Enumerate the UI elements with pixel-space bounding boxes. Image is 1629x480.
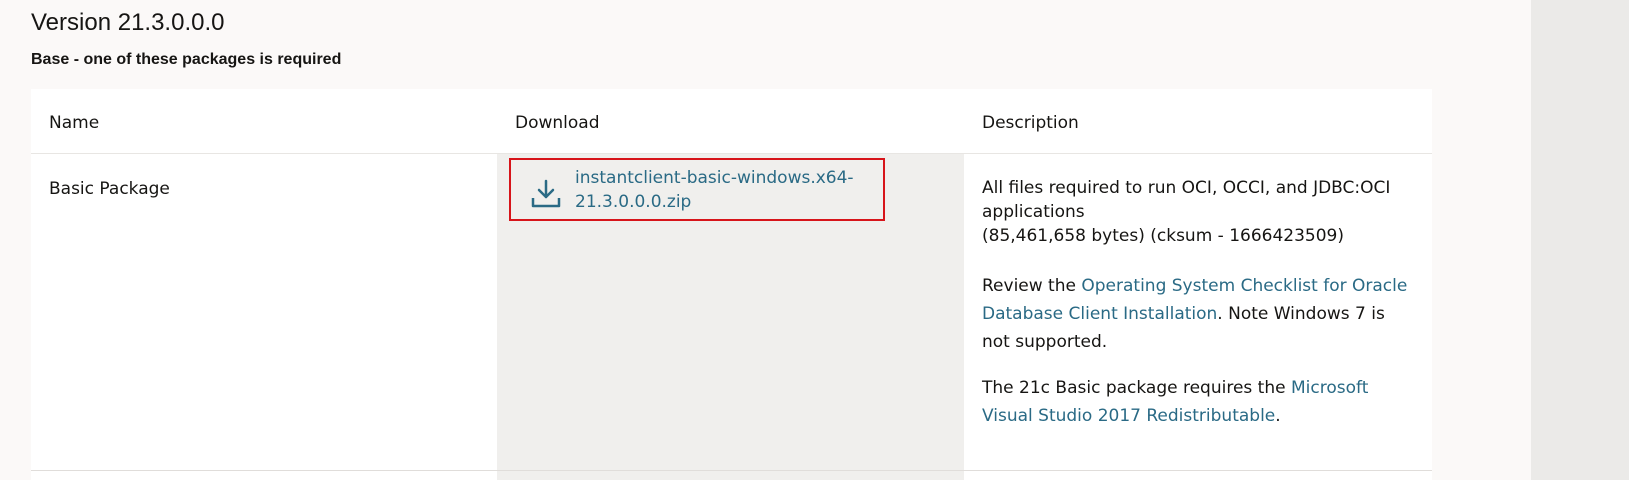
redist-prefix: The 21c Basic package requires the — [982, 378, 1291, 398]
header-divider — [31, 153, 1432, 154]
section-subtitle: Base - one of these packages is required — [31, 51, 342, 68]
description-summary: All files required to run OCI, OCCI, and… — [982, 176, 1412, 248]
redist-suffix: . — [1275, 406, 1281, 426]
description-line-2: (85,461,658 bytes) (cksum - 1666423509) — [982, 226, 1344, 246]
description-review: Review the Operating System Checklist fo… — [982, 272, 1412, 356]
description-line-1: All files required to run OCI, OCCI, and… — [982, 178, 1391, 222]
right-gutter — [1531, 0, 1629, 480]
download-icon[interactable] — [530, 177, 562, 209]
column-header-description: Description — [982, 113, 1079, 133]
column-header-name: Name — [49, 113, 100, 133]
package-name: Basic Package — [49, 179, 170, 199]
description-redistributable: The 21c Basic package requires the Micro… — [982, 374, 1412, 430]
review-prefix: Review the — [982, 276, 1082, 296]
version-title: Version 21.3.0.0.0 — [31, 9, 225, 36]
row-divider — [31, 470, 1432, 471]
download-link-basic-package[interactable]: instantclient-basic-windows.x64-21.3.0.0… — [575, 166, 875, 214]
column-header-download: Download — [515, 113, 600, 133]
